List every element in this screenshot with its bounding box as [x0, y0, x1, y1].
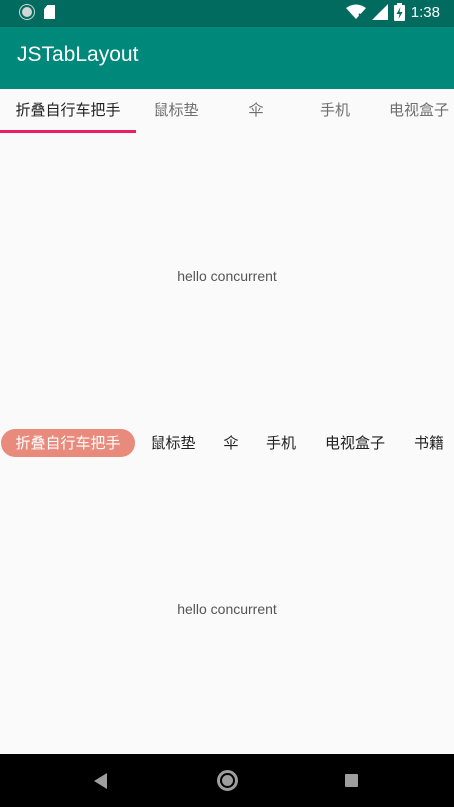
pill-tab-books[interactable]: 书籍: [404, 425, 454, 461]
pill-tab-folding-bike-handle[interactable]: 折叠自行车把手: [1, 429, 135, 457]
pill-tab-phone[interactable]: 手机: [256, 425, 306, 461]
app-bar: JSTabLayout: [0, 27, 454, 89]
status-bar: 1:38: [0, 0, 454, 27]
content-top-text: hello concurrent: [177, 268, 277, 284]
tab-indicator: [0, 130, 136, 133]
tab-umbrella[interactable]: 伞: [216, 89, 296, 134]
sd-card-icon: [44, 5, 55, 19]
back-icon[interactable]: [94, 773, 107, 789]
pill-tab-umbrella[interactable]: 伞: [212, 425, 250, 461]
top-tab-bar: 折叠自行车把手 鼠标垫 伞 手机 电视盒子: [0, 89, 454, 134]
tab-mouse-pad[interactable]: 鼠标垫: [136, 89, 216, 134]
status-circle-icon: [20, 5, 34, 19]
wifi-icon: [345, 4, 366, 20]
content-bottom-text: hello concurrent: [177, 601, 277, 617]
tab-folding-bike-handle[interactable]: 折叠自行车把手: [0, 89, 136, 134]
signal-icon: [371, 4, 388, 20]
pill-tab-tv-box[interactable]: 电视盒子: [316, 425, 394, 461]
app-title: JSTabLayout: [17, 43, 139, 66]
navigation-bar: [0, 754, 454, 807]
pill-tab-mouse-pad[interactable]: 鼠标垫: [140, 425, 206, 461]
status-left-icons: [20, 5, 55, 19]
status-right-icons: 1:38: [345, 3, 440, 21]
status-time: 1:38: [410, 3, 440, 21]
battery-charging-icon: [393, 3, 405, 21]
home-icon[interactable]: [217, 770, 238, 791]
pill-tab-bar: 折叠自行车把手 鼠标垫 伞 手机 电视盒子 书籍: [0, 425, 454, 461]
tab-tv-box[interactable]: 电视盒子: [374, 89, 454, 134]
recents-icon[interactable]: [345, 774, 358, 787]
tab-phone[interactable]: 手机: [296, 89, 374, 134]
